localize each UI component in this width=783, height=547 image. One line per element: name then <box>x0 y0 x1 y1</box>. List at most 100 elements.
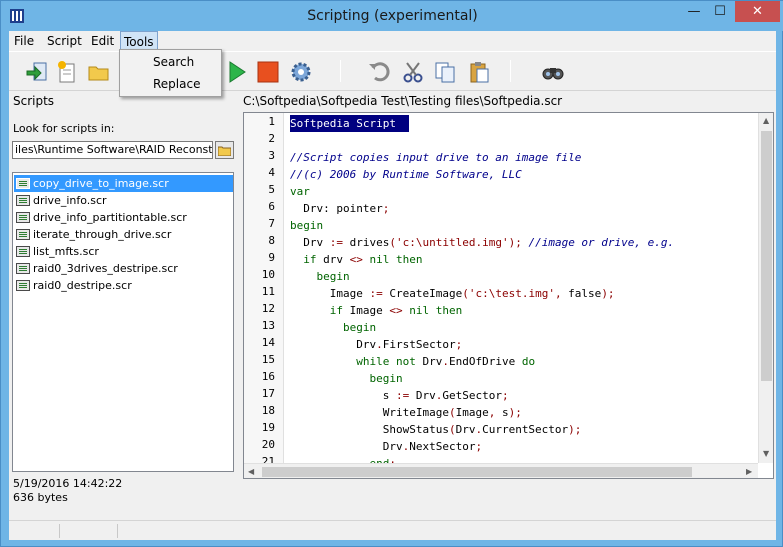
menu-script[interactable]: Script <box>47 34 82 48</box>
code-token: Drv <box>409 389 436 402</box>
paste-icon[interactable] <box>467 60 491 84</box>
menu-item-replace[interactable]: Replace <box>153 77 200 91</box>
code-token: var <box>290 185 310 198</box>
script-file-icon <box>16 195 30 206</box>
minimize-button[interactable]: — <box>681 1 707 22</box>
scroll-right-icon[interactable]: ▶ <box>746 467 752 476</box>
code-token: ); <box>508 236 529 249</box>
code-token: <> <box>389 304 403 317</box>
code-token: Drv <box>415 355 443 368</box>
code-line: //(c) 2006 by Runtime Software, LLC <box>290 166 522 183</box>
undo-icon[interactable] <box>367 60 391 84</box>
menu-tools[interactable]: Tools <box>120 31 158 51</box>
code-token: s <box>495 406 509 419</box>
line-number: 15 <box>261 353 275 366</box>
line-number: 17 <box>261 387 275 400</box>
menu-item-search[interactable]: Search <box>153 55 194 69</box>
code-token: //(c) 2006 by Runtime Software, LLC <box>290 168 522 181</box>
toolbar-separator <box>510 60 511 82</box>
import-icon[interactable] <box>25 60 49 84</box>
line-number: 18 <box>261 404 275 417</box>
line-number: 6 <box>268 200 275 213</box>
code-token: := <box>329 236 343 249</box>
code-token: Softpedia Script <box>290 117 403 130</box>
code-token: begin <box>369 372 403 385</box>
maximize-button[interactable]: ☐ <box>707 1 733 22</box>
code-token: Image <box>343 304 390 317</box>
line-number: 2 <box>268 132 275 145</box>
file-list-item[interactable]: iterate_through_drive.scr <box>14 226 233 243</box>
copy-icon[interactable] <box>433 60 457 84</box>
file-list-item[interactable]: raid0_destripe.scr <box>14 277 233 294</box>
settings-gear-icon[interactable] <box>289 60 313 84</box>
file-list-item[interactable]: raid0_3drives_destripe.scr <box>14 260 233 277</box>
code-token: Image <box>290 287 370 300</box>
line-number: 19 <box>261 421 275 434</box>
line-number: 20 <box>261 438 275 451</box>
code-token: 'c:\test.img' <box>468 287 555 300</box>
code-token: ShowStatus <box>290 423 449 436</box>
scripts-file-list[interactable]: copy_drive_to_image.scr drive_info.scr d… <box>12 172 234 472</box>
code-area[interactable]: Softpedia Script //Script copies input d… <box>290 113 757 463</box>
code-line: Drv: pointer; <box>290 200 389 217</box>
code-editor[interactable]: 1 2 3 4 5 6 7 8 9 10 11 12 13 14 15 16 17 18 19 20 21 Softpe… <box>243 112 774 479</box>
file-size: 636 bytes <box>13 491 68 504</box>
vertical-scrollbar[interactable]: ▲ ▼ <box>758 113 773 463</box>
close-button[interactable]: ✕ <box>735 1 780 22</box>
code-line: //Script copies input drive to an image … <box>290 149 581 166</box>
menu-edit[interactable]: Edit <box>91 34 114 48</box>
scroll-down-icon[interactable]: ▼ <box>763 449 769 458</box>
code-token: ; <box>382 202 390 215</box>
run-icon[interactable] <box>225 60 249 84</box>
title-bar[interactable]: Scripting (experimental) — ☐ ✕ <box>1 1 783 31</box>
code-token: then <box>396 253 423 266</box>
code-token: EndOfDrive <box>448 355 522 368</box>
horizontal-scroll-thumb[interactable] <box>262 467 692 477</box>
new-script-icon[interactable] <box>55 60 79 84</box>
code-token: <> <box>349 253 363 266</box>
script-file-icon <box>16 263 30 274</box>
binoculars-icon[interactable] <box>541 60 565 84</box>
script-file-icon <box>16 229 30 240</box>
open-folder-icon[interactable] <box>87 60 111 84</box>
code-line: var <box>290 183 310 200</box>
scroll-up-icon[interactable]: ▲ <box>763 116 769 125</box>
vertical-scroll-thumb[interactable] <box>761 131 772 381</box>
line-number: 14 <box>261 336 275 349</box>
file-list-item[interactable]: drive_info.scr <box>14 192 233 209</box>
code-token: Drv <box>455 423 476 436</box>
menu-file[interactable]: File <box>14 34 34 48</box>
code-line: Drv.FirstSector; <box>290 336 462 353</box>
code-token: := <box>395 389 410 402</box>
code-token: 'c:\untitled.img' <box>395 236 509 249</box>
tools-dropdown-menu: Search Replace <box>119 49 222 97</box>
code-line: if drv <> nil then <box>290 251 423 268</box>
code-line: if Image <> nil then <box>290 302 462 319</box>
line-number-gutter: 1 2 3 4 5 6 7 8 9 10 11 12 13 14 15 16 17 18 19 20 21 <box>244 113 284 468</box>
code-token: ); <box>568 423 582 436</box>
code-token: drives <box>343 236 390 249</box>
code-line: begin <box>290 319 376 336</box>
code-token: ); <box>601 287 615 300</box>
line-number: 11 <box>261 285 275 298</box>
status-separator <box>59 524 60 538</box>
scripts-folder-field[interactable]: iles\Runtime Software\RAID Reconstruct <box>12 141 213 159</box>
toolbar-separator <box>340 60 341 82</box>
code-token: Drv <box>290 440 403 453</box>
browse-folder-button[interactable] <box>215 141 234 159</box>
code-line: end; <box>290 455 396 463</box>
scroll-left-icon[interactable]: ◀ <box>248 467 254 476</box>
code-token: ); <box>508 406 522 419</box>
line-number: 1 <box>268 115 275 128</box>
horizontal-scrollbar[interactable]: ◀ ▶ <box>244 463 758 478</box>
file-list-item[interactable]: drive_info_partitiontable.scr <box>14 209 233 226</box>
cut-icon[interactable] <box>401 60 425 84</box>
file-list-item[interactable]: copy_drive_to_image.scr <box>14 175 233 192</box>
code-token: Image <box>455 406 489 419</box>
stop-icon[interactable] <box>256 60 280 84</box>
code-token: GetSector <box>442 389 502 402</box>
file-list-item[interactable]: list_mfts.scr <box>14 243 233 260</box>
file-name: raid0_3drives_destripe.scr <box>33 262 178 275</box>
